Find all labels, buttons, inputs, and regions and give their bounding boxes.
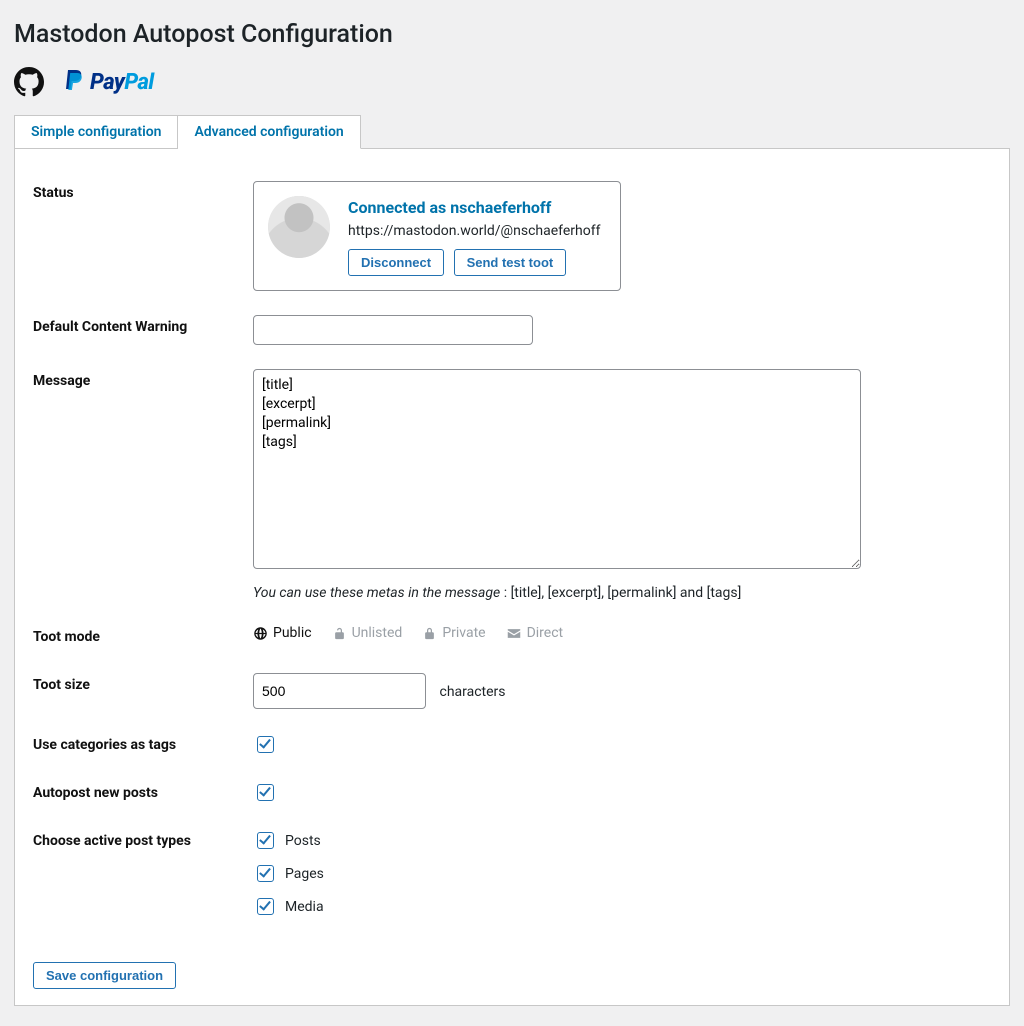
toot-size-label: Toot size (33, 661, 253, 721)
message-hint-prefix: You can use these metas in the message (253, 585, 500, 601)
toot-mode-label: Toot mode (33, 613, 253, 661)
content-warning-input[interactable] (253, 315, 533, 345)
toot-mode-public-label: Public (273, 625, 312, 641)
disconnect-button[interactable]: Disconnect (348, 249, 444, 276)
toot-mode-private[interactable]: Private (422, 625, 485, 641)
settings-panel: Status Connected as nschaeferhoff https:… (14, 148, 1010, 1006)
profile-url: https://mastodon.world/@nschaeferhoff (348, 223, 600, 239)
paypal-text-pay: Pay (90, 70, 124, 95)
toot-mode-direct-label: Direct (527, 625, 564, 641)
message-hint-rest: : [title], [excerpt], [permalink] and [t… (500, 585, 741, 601)
post-type-pages-label: Pages (285, 866, 324, 882)
paypal-icon (62, 68, 90, 96)
post-type-pages-checkbox[interactable] (257, 865, 274, 882)
message-textarea[interactable] (253, 369, 861, 569)
toot-mode-unlisted[interactable]: Unlisted (332, 625, 403, 641)
paypal-text-pal: Pal (124, 70, 153, 95)
message-label: Message (33, 357, 253, 613)
tab-advanced-label: Advanced configuration (194, 124, 343, 140)
send-test-toot-button[interactable]: Send test toot (454, 249, 567, 276)
globe-icon (253, 626, 268, 641)
github-link[interactable] (14, 67, 44, 97)
envelope-icon (506, 626, 522, 641)
autopost-new-checkbox[interactable] (257, 784, 274, 801)
use-categories-checkbox[interactable] (257, 736, 274, 753)
save-configuration-button[interactable]: Save configuration (33, 962, 176, 989)
status-label: Status (33, 169, 253, 303)
post-type-posts-label: Posts (285, 833, 321, 849)
status-card: Connected as nschaeferhoff https://masto… (253, 181, 621, 291)
post-type-media-label: Media (285, 899, 324, 915)
toot-mode-direct[interactable]: Direct (506, 625, 564, 641)
unlock-icon (332, 626, 347, 641)
post-type-posts-checkbox[interactable] (257, 832, 274, 849)
content-warning-label: Default Content Warning (33, 303, 253, 357)
toot-size-input[interactable] (253, 673, 426, 709)
toot-mode-private-label: Private (442, 625, 485, 641)
toot-size-suffix: characters (439, 684, 505, 700)
autopost-new-label: Autopost new posts (33, 769, 253, 817)
connected-as: Connected as nschaeferhoff (348, 198, 600, 217)
lock-icon (422, 626, 437, 641)
github-icon (14, 67, 44, 97)
avatar (268, 196, 330, 258)
post-types-label: Choose active post types (33, 817, 253, 940)
toot-mode-unlisted-label: Unlisted (352, 625, 403, 641)
message-hint: You can use these metas in the message :… (253, 585, 991, 601)
tab-simple-label: Simple configuration (31, 124, 161, 140)
toot-mode-public[interactable]: Public (253, 625, 312, 641)
tab-simple-configuration[interactable]: Simple configuration (14, 115, 178, 149)
page-title: Mastodon Autopost Configuration (14, 20, 1010, 49)
post-type-media-checkbox[interactable] (257, 898, 274, 915)
paypal-link[interactable]: PayPal (62, 68, 154, 96)
use-categories-label: Use categories as tags (33, 721, 253, 769)
tab-advanced-configuration[interactable]: Advanced configuration (178, 115, 360, 149)
